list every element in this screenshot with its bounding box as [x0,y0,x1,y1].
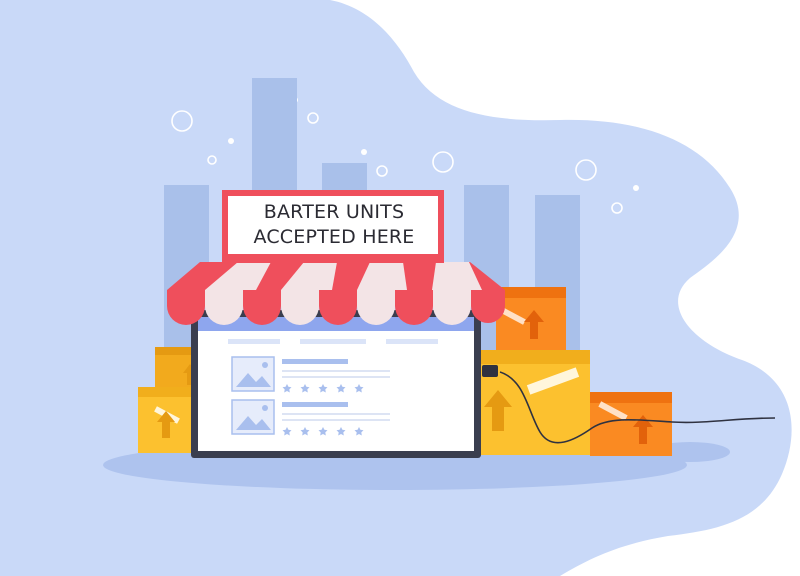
awning [167,262,505,325]
cable-plug [482,365,498,377]
sign-line-1: BARTER UNITS [263,201,405,223]
awning-scallops [167,290,505,325]
sign-line-2: ACCEPTED HERE [253,226,415,248]
box-right-top [496,287,566,357]
shop-sign-text: BARTER UNITS ACCEPTED HERE [228,196,440,254]
illustration-scene [0,0,792,576]
storefront-monitor [191,310,481,458]
box-left-front [138,387,195,453]
